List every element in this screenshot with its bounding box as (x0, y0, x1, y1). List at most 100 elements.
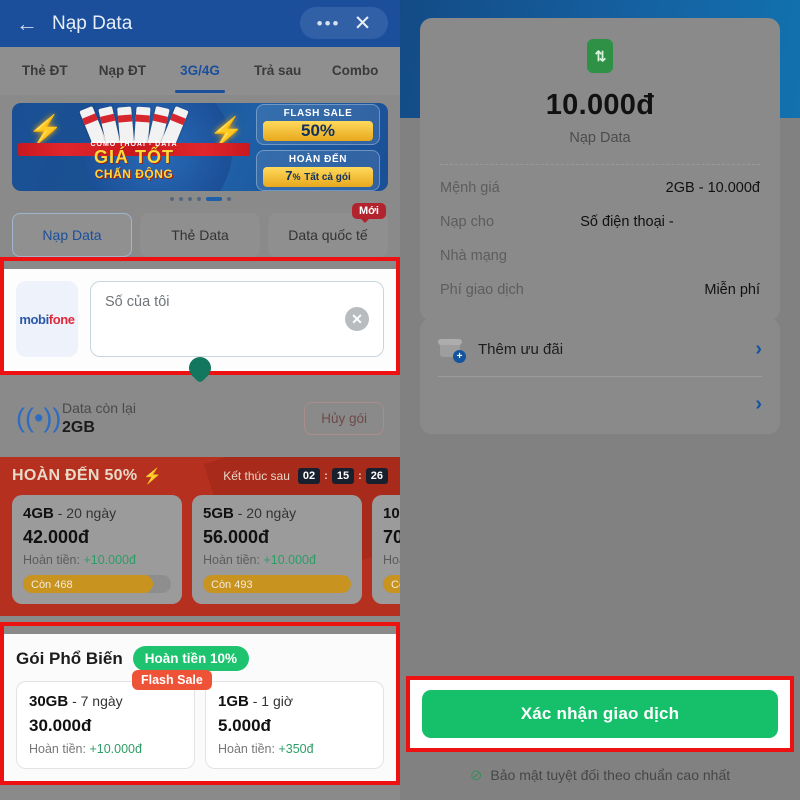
flash-sale-section: HOÀN ĐẾN 50% ⚡ Kết thúc sau 02 : 15 : 26… (0, 457, 400, 616)
package-card[interactable]: 1GB - 1 giờ 5.000đ Hoàn tiền: +350đ (205, 681, 384, 769)
tab-the-dt[interactable]: Thẻ ĐT (6, 47, 84, 95)
row-value: Số điện thoại - (580, 214, 674, 230)
promo-banner-carousel[interactable]: ⚡ ⚡ COMO THOAI - DATA GIÁ TỐT CHẤN ĐỘNG … (0, 95, 400, 207)
cashback-label: Hoàn tiền: (23, 553, 84, 567)
cashback-amount: +10.000đ (263, 553, 316, 567)
summary-row-menh-gia: Mệnh giá 2GB - 10.000đ (440, 171, 760, 205)
row-label: Nhà mạng (440, 248, 507, 264)
carousel-dot[interactable] (187, 197, 192, 201)
package-price: 70.00 (383, 527, 400, 547)
summary-row-nap-cho: Nạp cho Số điện thoại - (440, 205, 760, 239)
countdown-hours: 02 (297, 468, 321, 484)
carousel-dot[interactable] (178, 197, 183, 201)
package-size: 1GB (218, 693, 249, 710)
banner-flash-sale: FLASH SALE 50% (256, 103, 380, 145)
clear-icon[interactable]: ✕ (345, 307, 369, 331)
flash-sale-title: HOÀN ĐẾN 50% (12, 467, 138, 484)
close-icon[interactable]: ✕ (354, 13, 372, 34)
banner-offers: FLASH SALE 50% HOÀN ĐẾN 7% Tất cả gói (256, 103, 388, 191)
confirm-button-container: Xác nhận giao dịch (410, 680, 790, 748)
option-them-uu-dai[interactable]: + Thêm ưu đãi › (438, 322, 762, 376)
popular-packages-section: Gói Phổ Biến Hoàn tiền 10% Flash Sale 30… (4, 634, 396, 781)
row-value: Miễn phí (704, 282, 760, 298)
mobifone-logo: mobi fone (16, 281, 78, 357)
carousel-dot[interactable] (169, 197, 174, 201)
carousel-dot-active[interactable] (205, 197, 222, 201)
carousel-dot[interactable] (196, 197, 201, 201)
package-card[interactable]: 5GB - 20 ngày 56.000đ Hoàn tiền: +10.000… (192, 495, 362, 604)
subtab-the-data[interactable]: Thẻ Data (140, 213, 260, 257)
touch-cursor-icon (184, 352, 216, 384)
more-icon[interactable]: ••• (317, 15, 341, 32)
popular-cards: Flash Sale 30GB - 7 ngày 30.000đ Hoàn ti… (16, 670, 384, 769)
subtab-data-quoc-te[interactable]: Data quốc tế (268, 213, 388, 257)
cashback-label: Hoàn tiền: (203, 553, 264, 567)
chevron-right-icon[interactable]: › (755, 339, 762, 359)
banner-headline: GIÁ TỐT (94, 147, 174, 167)
summary-row-phi-giao-dich: Phí giao dịch Miễn phí (440, 273, 760, 307)
countdown: Kết thúc sau 02 : 15 : 26 (223, 468, 388, 484)
cancel-package-button[interactable]: Hủy gói (304, 401, 384, 435)
transaction-amount: 10.000đ (545, 89, 655, 121)
confirm-button-highlight: Xác nhận giao dịch (406, 676, 794, 752)
package-duration: - 1 giờ (248, 693, 294, 709)
transfer-arrows-icon: ⇅ (587, 39, 613, 73)
cashback-value-row: 7% Tất cả gói (263, 166, 373, 187)
tab-combo[interactable]: Combo (316, 47, 394, 95)
carousel-dots[interactable] (12, 191, 388, 207)
phone-number-input[interactable]: Số của tôi ✕ (90, 281, 384, 357)
countdown-sep: : (358, 470, 362, 482)
promo-banner[interactable]: ⚡ ⚡ COMO THOAI - DATA GIÁ TỐT CHẤN ĐỘNG … (12, 103, 388, 191)
stock-label: Còn 417 (391, 579, 400, 591)
flash-sale-badge: Flash Sale (132, 670, 212, 690)
transaction-subtitle: Nạp Data (569, 130, 631, 146)
sub-tabs: Nạp Data Thẻ Data Data quốc tế Mới (0, 203, 400, 257)
package-duration: - 20 ngày (53, 505, 117, 521)
subtab-nap-data[interactable]: Nạp Data (12, 213, 132, 257)
cashback-amount: +10.000đ (83, 553, 136, 567)
banner-headline-2: CHẤN ĐỘNG (94, 166, 174, 181)
data-remaining-value: 2GB (62, 418, 95, 436)
stock-bar: Còn 417 (383, 575, 400, 593)
back-icon[interactable]: ← (14, 11, 40, 37)
row-label: Mệnh giá (440, 180, 500, 196)
chevron-right-icon[interactable]: › (755, 394, 762, 414)
package-card[interactable]: 4GB - 20 ngày 42.000đ Hoàn tiền: +10.000… (12, 495, 182, 604)
package-price: 5.000đ (218, 716, 271, 735)
package-card[interactable]: 10GB - 70.00 Hoàn tiề Còn 417 (372, 495, 400, 604)
option-secondary[interactable]: › (438, 376, 762, 430)
left-phone-panel: ← Nạp Data ••• ✕ Thẻ ĐT Nạp ĐT 3G/4G Trả… (0, 0, 400, 800)
package-card[interactable]: 30GB - 7 ngày 30.000đ Hoàn tiền: +10.000… (16, 681, 195, 769)
gift-plus-icon: + (438, 337, 466, 363)
options-card: + Thêm ưu đãi › › (420, 318, 780, 434)
tab-tra-sau[interactable]: Trả sau (239, 47, 317, 95)
popular-title: Gói Phổ Biến (16, 648, 123, 668)
data-remaining-row: ((•)) Data còn lại 2GB Hủy gói (12, 385, 388, 451)
divider (440, 164, 760, 165)
package-size: 10GB (383, 505, 400, 522)
security-text: Bảo mật tuyệt đối theo chuẩn cao nhất (490, 767, 731, 783)
tab-3g-4g[interactable]: 3G/4G (161, 47, 239, 95)
phone-input-block: mobi fone Số của tôi ✕ (4, 269, 396, 384)
header-actions: ••• ✕ (300, 7, 388, 39)
confirm-transaction-button[interactable]: Xác nhận giao dịch (422, 690, 778, 738)
countdown-sep: : (324, 470, 328, 482)
cashback-label: Hoàn tiền: (218, 742, 279, 756)
package-price: 42.000đ (23, 527, 90, 547)
popular-header: Gói Phổ Biến Hoàn tiền 10% (16, 646, 384, 671)
tab-nap-dt[interactable]: Nạp ĐT (84, 47, 162, 95)
main-tabs: Thẻ ĐT Nạp ĐT 3G/4G Trả sau Combo (0, 47, 400, 95)
package-duration: - 20 ngày (233, 505, 297, 521)
carrier-name-part2: fone (48, 311, 75, 327)
stock-label: Còn 493 (211, 579, 253, 591)
stock-label: Còn 468 (31, 579, 73, 591)
row-label: Phí giao dịch (440, 282, 524, 298)
flash-sale-value: 50% (263, 120, 373, 141)
carousel-dot[interactable] (226, 197, 231, 201)
package-price: 30.000đ (29, 716, 92, 735)
cashback-label: HOÀN ĐẾN (288, 153, 348, 165)
flash-sale-header: HOÀN ĐẾN 50% ⚡ Kết thúc sau 02 : 15 : 26 (12, 467, 388, 485)
banner-artwork: ⚡ ⚡ COMO THOAI - DATA GIÁ TỐT CHẤN ĐỘNG (12, 103, 256, 191)
option-label: Thêm ưu đãi (478, 340, 564, 358)
cashback-label: Hoàn tiề (383, 553, 400, 567)
